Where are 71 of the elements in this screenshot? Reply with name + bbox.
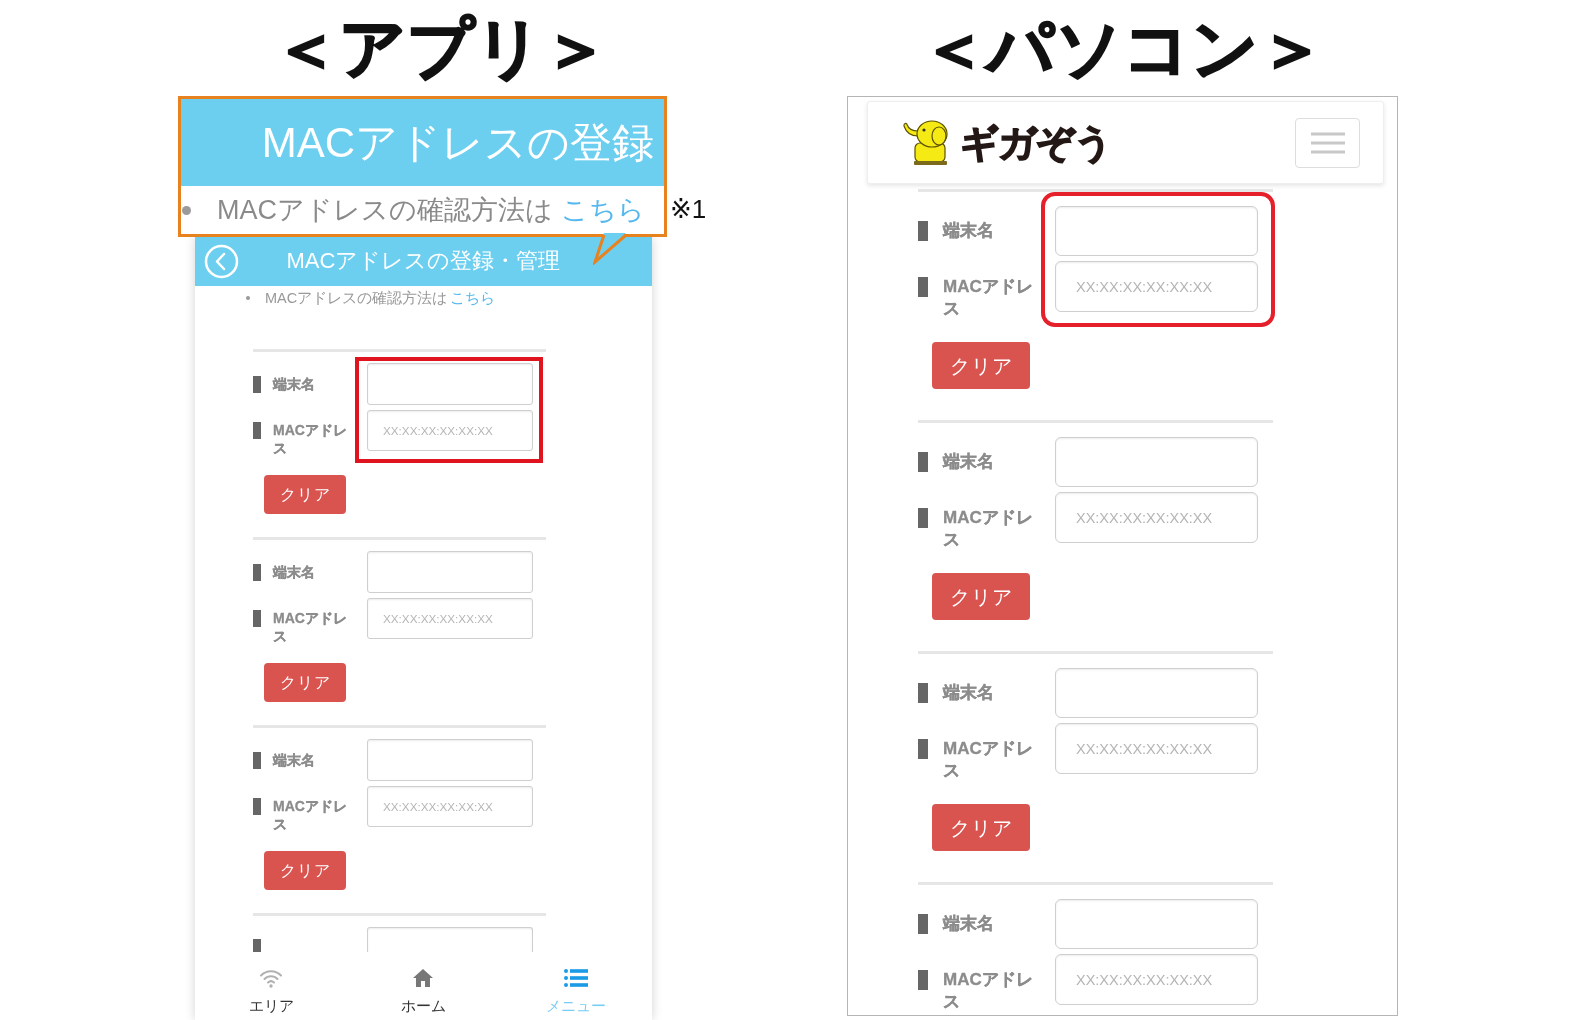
label-marker-icon <box>253 376 261 393</box>
nav-tab[interactable]: エリア <box>248 968 294 1014</box>
field-label: MACアドレス <box>943 507 1034 551</box>
bullet-icon <box>182 205 191 215</box>
mac-address-input[interactable]: XX:XX:XX:XX:XX:XX <box>367 598 533 639</box>
field-label: MACアドレス <box>273 609 348 645</box>
label-marker-icon <box>918 452 928 472</box>
text-input[interactable] <box>1055 437 1258 487</box>
text-input[interactable] <box>367 363 533 405</box>
label-marker-icon <box>918 739 928 759</box>
mac-address-input[interactable]: XX:XX:XX:XX:XX:XX <box>1055 954 1258 1005</box>
field-label: 端末名 <box>273 563 316 581</box>
text-input[interactable] <box>367 739 533 781</box>
instruction-text: MACアドレスの確認方法は こちら <box>265 289 496 307</box>
clear-button[interactable]: クリア <box>264 663 346 702</box>
label-marker-icon <box>253 798 261 815</box>
label-marker-icon <box>918 970 928 990</box>
mac-address-input[interactable]: XX:XX:XX:XX:XX:XX <box>367 786 533 827</box>
mac-address-input[interactable]: XX:XX:XX:XX:XX:XX <box>367 410 533 451</box>
section-heading: ＜アプリ＞ <box>272 15 609 81</box>
label-marker-icon <box>918 277 928 297</box>
mac-address-input[interactable]: XX:XX:XX:XX:XX:XX <box>1055 261 1258 312</box>
label-marker-icon <box>253 422 261 439</box>
field-label: 端末名 <box>943 682 995 704</box>
home-icon <box>412 968 435 988</box>
field-label: 端末名 <box>273 375 316 393</box>
label-marker-icon <box>918 508 928 528</box>
screen-title: MACアドレスの登録・管理 <box>286 249 561 274</box>
clear-button[interactable]: クリア <box>932 804 1030 851</box>
menu-button[interactable] <box>1295 117 1360 168</box>
field-label: 端末名 <box>273 751 316 769</box>
label-marker-icon <box>918 914 928 934</box>
list-icon <box>563 968 588 988</box>
field-label: MACアドレス <box>943 738 1034 782</box>
link[interactable]: こちら <box>561 194 645 225</box>
field-label: 端末名 <box>943 451 995 473</box>
text-input[interactable] <box>1055 668 1258 718</box>
field-label: 端末名 <box>943 913 995 935</box>
clear-button[interactable]: クリア <box>932 342 1030 389</box>
mac-address-input[interactable]: XX:XX:XX:XX:XX:XX <box>1055 492 1258 543</box>
label-marker-icon <box>253 939 261 952</box>
field-label: MACアドレス <box>943 276 1034 320</box>
bullet-icon <box>246 296 250 300</box>
menu-icon <box>1310 131 1345 154</box>
field-label: MACアドレス <box>273 421 348 457</box>
field-label: 端末名 <box>943 220 995 242</box>
callout-title: MACアドレスの登録 <box>261 121 654 164</box>
label-marker-icon <box>918 683 928 703</box>
label-marker-icon <box>918 221 928 241</box>
clear-button[interactable]: クリア <box>264 851 346 890</box>
elephant-logo-icon <box>902 119 951 166</box>
label-marker-icon <box>253 752 261 769</box>
footnote-mark: ※1 <box>670 196 707 222</box>
mac-address-input[interactable]: XX:XX:XX:XX:XX:XX <box>1055 723 1258 774</box>
text-input[interactable] <box>1055 899 1258 949</box>
label-marker-icon <box>253 610 261 627</box>
instruction-text: MACアドレスの確認方法は こちら <box>217 196 645 224</box>
wifi-icon <box>259 968 284 988</box>
back-icon[interactable] <box>204 244 239 279</box>
field-label: MACアドレス <box>943 969 1034 1013</box>
text-input[interactable] <box>367 927 533 952</box>
clear-button[interactable]: クリア <box>264 475 346 514</box>
label-marker-icon <box>253 564 261 581</box>
section-heading: ＜パソコン＞ <box>920 15 1325 81</box>
field-label: MACアドレス <box>273 797 348 833</box>
nav-tab[interactable]: ホーム <box>401 968 446 1014</box>
text-input[interactable] <box>367 551 533 593</box>
clear-button[interactable]: クリア <box>932 573 1030 620</box>
link[interactable]: こちら <box>450 290 496 306</box>
text-input[interactable] <box>1055 206 1258 256</box>
brand-name: ギガぞう <box>960 123 1112 162</box>
